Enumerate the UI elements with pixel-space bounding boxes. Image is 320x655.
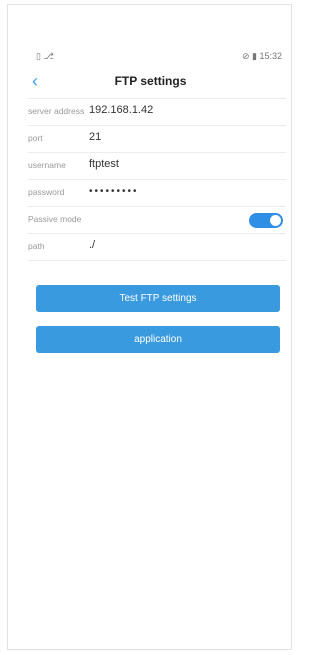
application-button[interactable]: application — [36, 326, 280, 353]
test-ftp-settings-button[interactable]: Test FTP settings — [36, 285, 280, 312]
toggle-knob — [270, 215, 281, 226]
field-server-address: server address — [28, 98, 286, 125]
password-label: password — [28, 187, 65, 197]
field-username: username — [28, 152, 286, 179]
status-bar: ▯ ⎇ ⊘ ▮ 15:32 — [8, 47, 293, 65]
field-port: port — [28, 125, 286, 152]
server-address-label: server address — [28, 106, 85, 116]
field-password: password ••••••••• — [28, 179, 286, 206]
signal-wifi-icons: ▯ ⎇ — [36, 51, 54, 61]
field-passive-mode: Passive mode — [28, 206, 286, 233]
settings-form: server address port username password ••… — [28, 98, 286, 261]
status-right: ⊘ ▮ 15:32 — [242, 51, 282, 62]
server-address-input[interactable] — [89, 104, 229, 116]
passive-mode-toggle[interactable] — [249, 213, 283, 228]
port-input[interactable] — [89, 131, 229, 143]
username-input[interactable] — [89, 158, 229, 170]
field-path: path — [28, 233, 286, 261]
port-label: port — [28, 133, 43, 143]
username-label: username — [28, 160, 66, 170]
clock: 15:32 — [259, 51, 282, 61]
path-label: path — [28, 241, 45, 251]
path-input[interactable] — [89, 239, 229, 251]
nav-bar: ‹ FTP settings — [8, 67, 293, 95]
phone-frame: ▯ ⎇ ⊘ ▮ 15:32 ‹ FTP settings server addr… — [7, 4, 292, 650]
password-input[interactable]: ••••••••• — [89, 186, 229, 197]
passive-mode-label: Passive mode — [28, 214, 82, 224]
battery-icons: ⊘ ▮ — [241, 51, 257, 61]
page-title: FTP settings — [114, 74, 187, 88]
